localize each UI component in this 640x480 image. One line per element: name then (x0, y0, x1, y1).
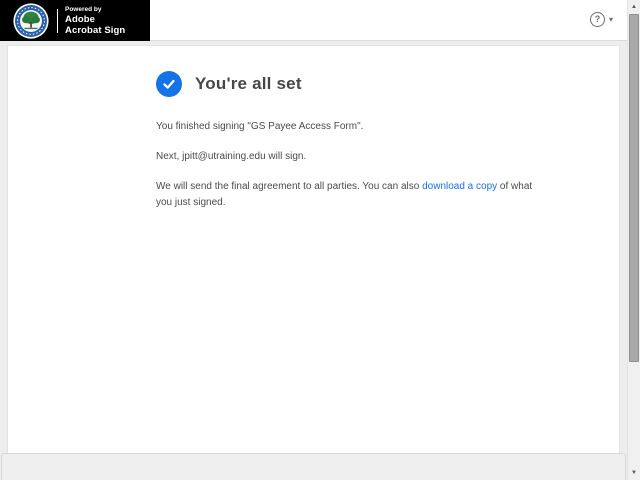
final-text-before-link: We will send the final agreement to all … (156, 181, 423, 192)
body-copy: You finished signing "GS Payee Access Fo… (156, 119, 579, 211)
final-agreement-text: We will send the final agreement to all … (156, 179, 541, 211)
university-seal-logo (13, 2, 49, 39)
page-header: Powered by Adobe Acrobat Sign ? ▾ (0, 0, 627, 41)
finished-signing-text: You finished signing "GS Payee Access Fo… (156, 121, 364, 132)
scroll-down-button[interactable]: ▼ (628, 466, 640, 480)
acrobat-sign-label: Acrobat Sign (65, 25, 126, 36)
vertical-scrollbar[interactable]: ▲ ▼ (627, 0, 640, 480)
scrollbar-thumb[interactable] (629, 14, 639, 362)
page-title: You're all set (195, 74, 302, 93)
adobe-label: Adobe (65, 14, 96, 25)
brand-text: Powered by Adobe Acrobat Sign (65, 5, 125, 36)
download-copy-link[interactable]: download a copy (422, 181, 497, 192)
chevron-down-icon: ▾ (608, 14, 613, 24)
content-background: You're all set You finished signing "GS … (0, 41, 627, 453)
confirmation-card: You're all set You finished signing "GS … (7, 45, 620, 453)
help-button[interactable]: ? ▾ (589, 12, 613, 27)
success-check-icon (156, 71, 182, 97)
brand-badge: Powered by Adobe Acrobat Sign (0, 0, 150, 41)
scroll-up-button[interactable]: ▲ (628, 0, 640, 14)
next-signer-text: Next, jpitt@utraining.edu will sign. (156, 151, 307, 162)
brand-divider (57, 8, 58, 33)
footer-bar (1, 453, 626, 480)
powered-by-label: Powered by (65, 6, 102, 13)
status-row: You're all set (156, 71, 579, 97)
acrobat-sign-page: Powered by Adobe Acrobat Sign ? ▾ You're… (0, 0, 640, 480)
question-circle-icon: ? (589, 12, 605, 27)
